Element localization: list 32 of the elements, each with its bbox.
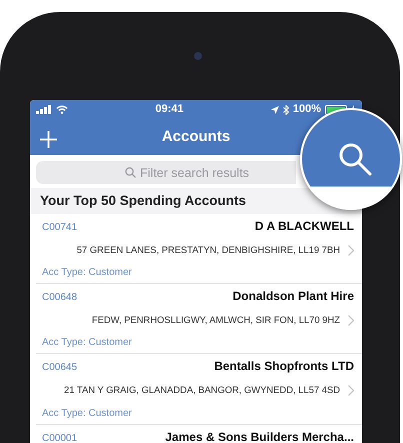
status-time: 09:41 (155, 102, 184, 118)
account-type: Acc Type: Customer (42, 406, 133, 421)
account-name: Donaldson Plant Hire (232, 288, 354, 306)
location-arrow-icon (270, 106, 279, 114)
account-name: Bentalls Shopfronts LTD (214, 358, 354, 376)
account-address: 57 GREEN LANES, PRESTATYN, DENBIGHSHIRE, LL19 7BH (76, 243, 340, 258)
account-code: C00645 (42, 361, 78, 376)
search-field[interactable]: Filter search results (36, 161, 296, 184)
account-row[interactable]: C00645 Bentalls Shopfronts LTD 21 TAN Y GRAIG, GLANADDA, BANGOR, GWYNEDD, LL57 4SD Acc Type: Customer (36, 354, 362, 425)
account-code: C00001 (42, 432, 78, 443)
chevron-icon (348, 385, 354, 396)
account-code: C00741 (42, 221, 78, 236)
account-address: 21 TAN Y GRAIG, GLANADDA, BANGOR, GWYNEDD, LL57 4SD (64, 383, 340, 398)
chevron-icon (348, 244, 354, 256)
battery-percent: 100% (292, 102, 321, 118)
account-type: Acc Type: Customer (42, 336, 133, 350)
account-row[interactable]: C00741 D A BLACKWELL 57 GREEN LANES, PRESTATYN, DENBIGHSHIRE, LL19 7BH Acc Type: Customer (36, 214, 362, 284)
screen-title: Accounts (162, 126, 230, 147)
account-type: Acc Type: Customer (42, 266, 133, 280)
account-address: FEDW, PENRHOSLLIGWY, AMLWCH, SIR FON, LL70 9HZ (92, 313, 340, 328)
account-row[interactable]: C00648 Donaldson Plant Hire FEDW, PENRHOSLLIGWY, AMLWCH, SIR FON, LL70 9HZ Acc Type: Customer (36, 284, 362, 354)
search-icon (338, 142, 372, 176)
search-icon (125, 167, 136, 178)
wifi-icon (56, 105, 68, 114)
bluetooth-icon (282, 104, 289, 114)
account-row[interactable]: C00001 James & Sons Builders Mercha... (36, 424, 362, 443)
account-name: D A BLACKWELL (254, 218, 354, 236)
account-name: James & Sons Builders Mercha... (165, 428, 354, 443)
signal-icon (36, 105, 52, 114)
chevron-icon (348, 314, 354, 326)
camera-icon (194, 52, 202, 60)
account-code: C00648 (42, 291, 78, 306)
